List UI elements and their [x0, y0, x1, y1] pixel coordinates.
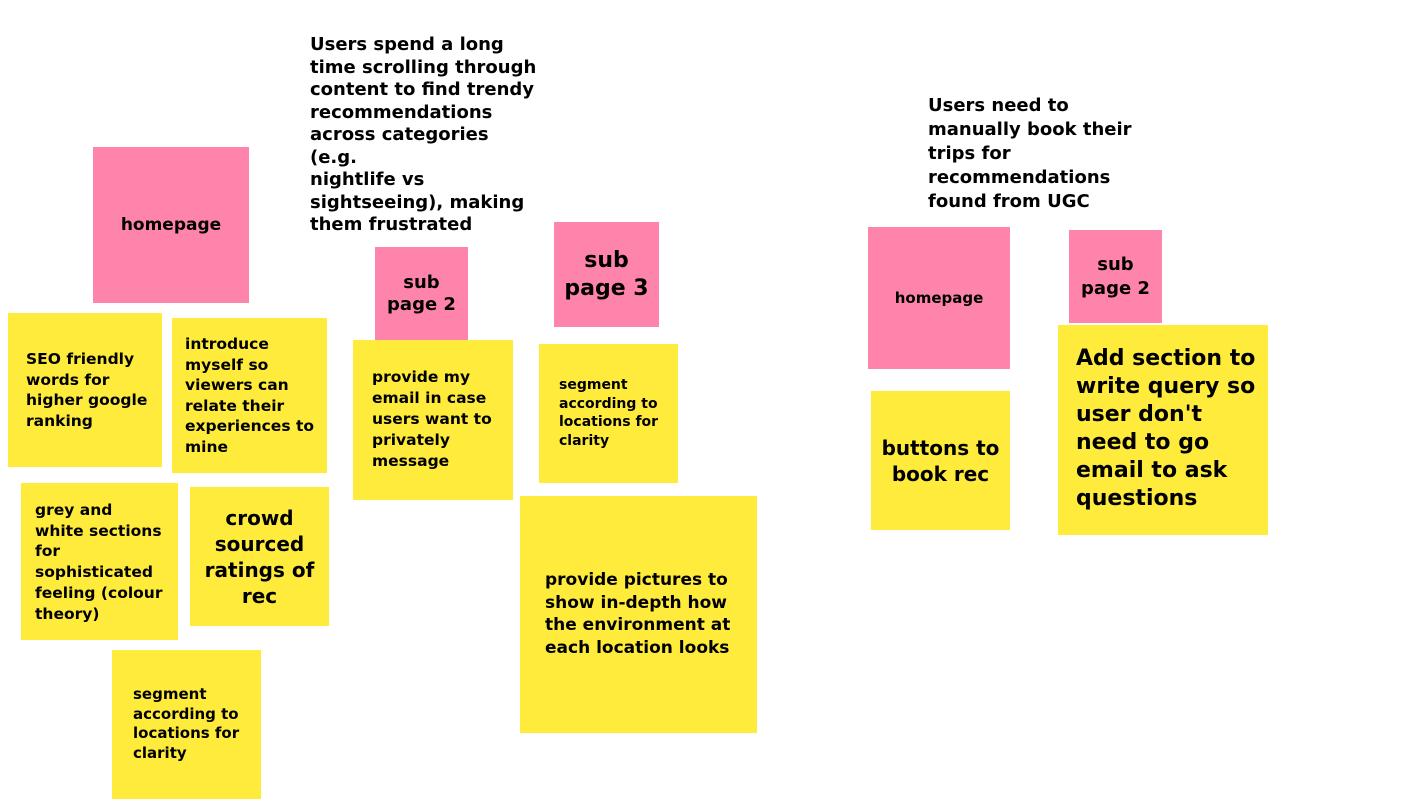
- sticky-note-text: introduce myself so viewers can relate t…: [185, 335, 315, 456]
- sticky-note-sub-page-2-a[interactable]: sub page 2: [375, 247, 468, 340]
- sticky-note-homepage-2[interactable]: homepage: [868, 227, 1010, 369]
- sticky-note-text: sub page 3: [564, 247, 649, 301]
- sticky-note-email[interactable]: provide my email in case users want to p…: [353, 340, 513, 500]
- sticky-note-text: sub page 2: [1081, 253, 1150, 299]
- sticky-note-text: Add section to write query so user don't…: [1076, 346, 1256, 511]
- sticky-note-text: homepage: [120, 214, 222, 235]
- sticky-note-introduce[interactable]: introduce myself so viewers can relate t…: [172, 318, 327, 473]
- sticky-note-text: segment according to locations for clari…: [133, 685, 240, 763]
- sticky-note-grey-white[interactable]: grey and white sections for sophisticate…: [21, 483, 178, 640]
- sticky-note-homepage-1[interactable]: homepage: [93, 147, 249, 303]
- whiteboard-canvas: Users spend a long time scrolling throug…: [0, 0, 1422, 800]
- sticky-note-text: crowd sourced ratings of rec: [204, 505, 315, 608]
- sticky-note-segment-2[interactable]: segment according to locations for clari…: [539, 344, 678, 483]
- problem-statement-2: Users need to manually book their trips …: [928, 95, 1132, 212]
- sticky-note-text: homepage: [894, 288, 984, 307]
- sticky-note-sub-page-2-b[interactable]: sub page 2: [1069, 230, 1162, 323]
- sticky-note-text: buttons to book rec: [881, 435, 1000, 486]
- sticky-note-query[interactable]: Add section to write query so user don't…: [1058, 325, 1268, 535]
- problem-statement-1: Users spend a long time scrolling throug…: [310, 34, 537, 235]
- sticky-note-text: provide my email in case users want to p…: [372, 368, 492, 470]
- sticky-note-pictures[interactable]: provide pictures to show in-depth how th…: [520, 496, 757, 733]
- sticky-note-sub-page-3[interactable]: sub page 3: [554, 222, 659, 327]
- sticky-note-text: SEO friendly words for higher google ran…: [26, 350, 148, 430]
- sticky-note-segment-1[interactable]: segment according to locations for clari…: [112, 650, 261, 799]
- sticky-note-seo[interactable]: SEO friendly words for higher google ran…: [8, 313, 162, 467]
- sticky-note-buttons[interactable]: buttons to book rec: [871, 391, 1010, 530]
- sticky-note-text: sub page 2: [387, 271, 456, 315]
- sticky-note-text: grey and white sections for sophisticate…: [35, 501, 163, 623]
- sticky-note-text: segment according to locations for clari…: [559, 377, 659, 450]
- sticky-note-text: provide pictures to show in-depth how th…: [545, 570, 731, 659]
- sticky-note-crowd-ratings[interactable]: crowd sourced ratings of rec: [190, 487, 329, 626]
